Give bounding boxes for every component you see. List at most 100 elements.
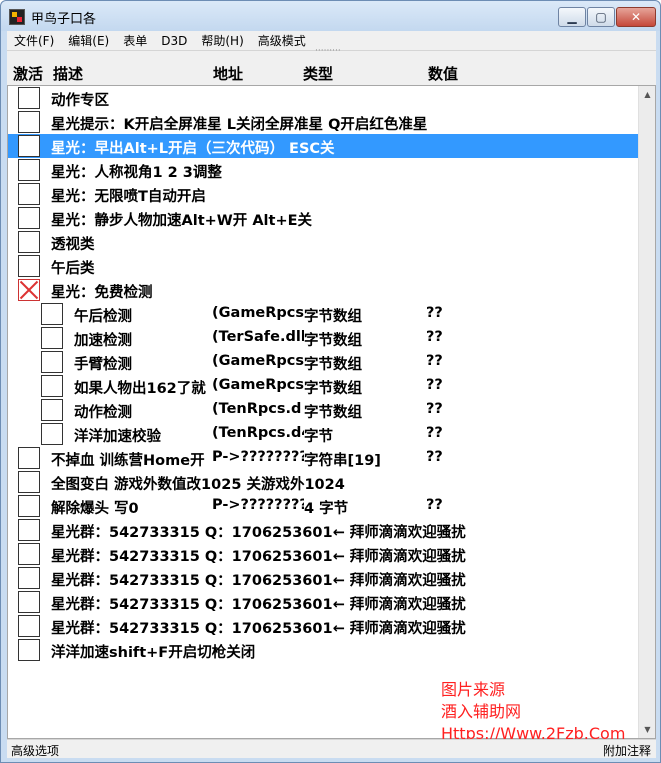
activate-checkbox[interactable] [41,327,63,349]
row-value[interactable]: ?? [426,305,486,321]
table-row[interactable]: 星光群：542733315 Q：1706253601← 拜师滴滴欢迎骚扰 [8,542,639,566]
table-row[interactable]: 午后检测 (GameRpcs 字节数组?? [8,302,639,326]
close-button[interactable]: ✕ [616,7,656,27]
row-value[interactable]: ?? [426,497,486,513]
row-address: (TenRpcs.d [212,401,302,417]
activate-checkbox[interactable] [18,135,40,157]
row-type: 字节数组 [304,333,362,349]
table-row[interactable]: 星光群：542733315 Q：1706253601← 拜师滴滴欢迎骚扰 [8,566,639,590]
row-description: 洋洋加速校验 [74,429,161,445]
table-row[interactable]: 星光：免费检测 [8,278,639,302]
activate-checkbox[interactable] [18,495,40,517]
column-value[interactable]: 数值 [428,63,458,84]
splitter-grip[interactable] [7,46,656,59]
activate-checkbox[interactable] [18,183,40,205]
activate-checkbox[interactable] [18,87,40,109]
activate-checkbox[interactable] [41,303,63,325]
activate-checkbox[interactable] [18,111,40,133]
activate-checkbox[interactable] [41,351,63,373]
watermark: 图片来源 酒入辅助网 Https://Www.2Fzb.Com [441,679,625,745]
table-row[interactable]: 不掉血 训练营Home开 P->???????? 字符串[19]?? [8,446,639,470]
row-type: 4 字节 [304,501,349,517]
row-address: P->???????? [212,497,304,513]
app-icon[interactable] [9,9,25,25]
menu-help[interactable]: 帮助(H) [194,31,250,51]
menu-edit[interactable]: 编辑(E) [61,31,116,51]
table-row[interactable]: 星光：早出Alt+L开启（三次代码） ESC关 [8,134,639,158]
activate-checkbox[interactable] [41,399,63,421]
table-row[interactable]: 加速检测 (TerSafe.dll 字节数组?? [8,326,639,350]
row-value[interactable]: ?? [426,449,486,465]
row-address: (GameRpcs [212,353,304,369]
add-comment-button[interactable]: 附加注释 [603,742,651,759]
activate-checkbox[interactable] [18,615,40,637]
row-description: 动作专区 [51,93,109,109]
cheat-table-list[interactable]: 洋洋加速shift+F开启切枪关闭 星光群：542733315 Q：1706253… [7,85,656,739]
row-description: 星光群：542733315 Q：1706253601← 拜师滴滴欢迎骚扰 [51,573,466,589]
window-title: 甲鸟子口各 [31,12,97,27]
column-activate[interactable]: 激活 [13,63,43,84]
scroll-up-icon[interactable]: ▲ [639,86,655,103]
maximize-button[interactable]: ▢ [587,7,615,27]
table-row[interactable]: 全图变白 游戏外数值改1025 关游戏外1024 [8,470,639,494]
app-window: 甲鸟子口各 ▁ ▢ ✕ 文件(F) 编辑(E) 表单 D3D 帮助(H) 高级模… [0,0,661,763]
activate-checkbox[interactable] [18,447,40,469]
table-row[interactable]: 如果人物出162了就 (GameRpcs 字节数组?? [8,374,639,398]
activate-checkbox[interactable] [18,543,40,565]
activate-checkbox[interactable] [18,519,40,541]
menu-d3d[interactable]: D3D [154,31,194,51]
menu-table[interactable]: 表单 [116,31,154,51]
row-address: (TenRpcs.d4 [212,425,304,441]
column-type[interactable]: 类型 [303,63,333,84]
menu-advanced-mode[interactable]: 高级模式 [251,31,313,51]
table-row[interactable]: 星光群：542733315 Q：1706253601← 拜师滴滴欢迎骚扰 [8,518,639,542]
activate-checkbox[interactable] [41,423,63,445]
activate-checkbox[interactable] [18,255,40,277]
table-row[interactable]: 星光提示：K开启全屏准星 L关闭全屏准星 Q开启红色准星 [8,110,639,134]
row-type: 字符串[19] [304,453,381,469]
table-row[interactable]: 洋洋加速shift+F开启切枪关闭 [8,638,639,662]
activate-checkbox[interactable] [18,279,40,301]
row-address: P->???????? [212,449,304,465]
row-address: (GameRpcs [212,377,304,393]
activate-checkbox[interactable] [18,567,40,589]
activate-checkbox[interactable] [18,471,40,493]
minimize-button[interactable]: ▁ [558,7,586,27]
activate-checkbox[interactable] [18,231,40,253]
advanced-options-button[interactable]: 高级选项 [11,742,59,759]
table-row[interactable]: 解除爆头 写0 P->???????? 4 字节?? [8,494,639,518]
table-row[interactable]: 星光：人称视角1 2 3调整 [8,158,639,182]
row-description: 午后类 [51,261,95,277]
table-row[interactable]: 手臂检测 (GameRpcs 字节数组?? [8,350,639,374]
table-row[interactable]: 动作检测 (TenRpcs.d 字节数组?? [8,398,639,422]
column-description[interactable]: 描述 [53,63,83,84]
row-value[interactable]: ?? [426,377,486,393]
column-address[interactable]: 地址 [213,63,243,84]
vertical-scrollbar[interactable]: ▲ ▼ [638,86,655,738]
table-row[interactable]: 星光：静步人物加速Alt+W开 Alt+E关 [8,206,639,230]
table-row[interactable]: 午后类 [8,254,639,278]
row-description: 星光群：542733315 Q：1706253601← 拜师滴滴欢迎骚扰 [51,549,466,565]
activate-checkbox[interactable] [18,207,40,229]
table-row[interactable]: 动作专区 [8,86,639,110]
row-type: 字节数组 [304,309,362,325]
table-row[interactable]: 星光群：542733315 Q：1706253601← 拜师滴滴欢迎骚扰 [8,614,639,638]
row-description: 星光：无限喷T自动开启 [51,189,206,205]
table-row[interactable]: 洋洋加速校验 (TenRpcs.d4 字节?? [8,422,639,446]
menu-file[interactable]: 文件(F) [7,31,61,51]
row-value[interactable]: ?? [426,329,486,345]
table-row[interactable]: 星光群：542733315 Q：1706253601← 拜师滴滴欢迎骚扰 [8,590,639,614]
row-description: 星光：人称视角1 2 3调整 [51,165,222,181]
activate-checkbox[interactable] [18,159,40,181]
title-bar[interactable]: 甲鸟子口各 ▁ ▢ ✕ [1,1,660,31]
activate-checkbox[interactable] [41,375,63,397]
scroll-down-icon[interactable]: ▼ [639,721,655,738]
activate-checkbox[interactable] [18,639,40,661]
table-row[interactable]: 星光：无限喷T自动开启 [8,182,639,206]
row-value[interactable]: ?? [426,401,486,417]
table-row[interactable]: 透视类 [8,230,639,254]
row-value[interactable]: ?? [426,353,486,369]
row-description: 全图变白 游戏外数值改1025 关游戏外1024 [51,477,345,493]
activate-checkbox[interactable] [18,591,40,613]
row-value[interactable]: ?? [426,425,486,441]
